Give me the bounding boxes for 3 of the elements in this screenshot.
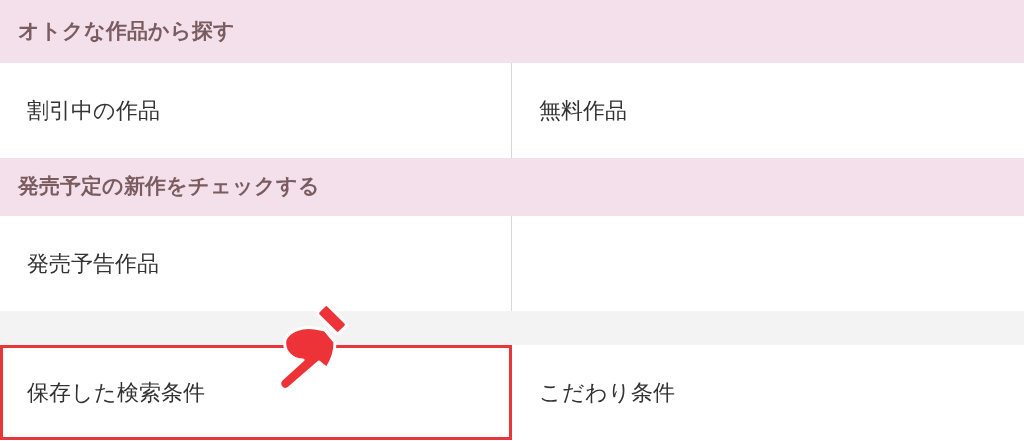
menu-item[interactable]: 保存した検索条件 (0, 345, 512, 440)
section-heading: オトクな作品から探す (0, 0, 1024, 63)
section-heading: 発売予定の新作をチェックする (0, 158, 1024, 216)
